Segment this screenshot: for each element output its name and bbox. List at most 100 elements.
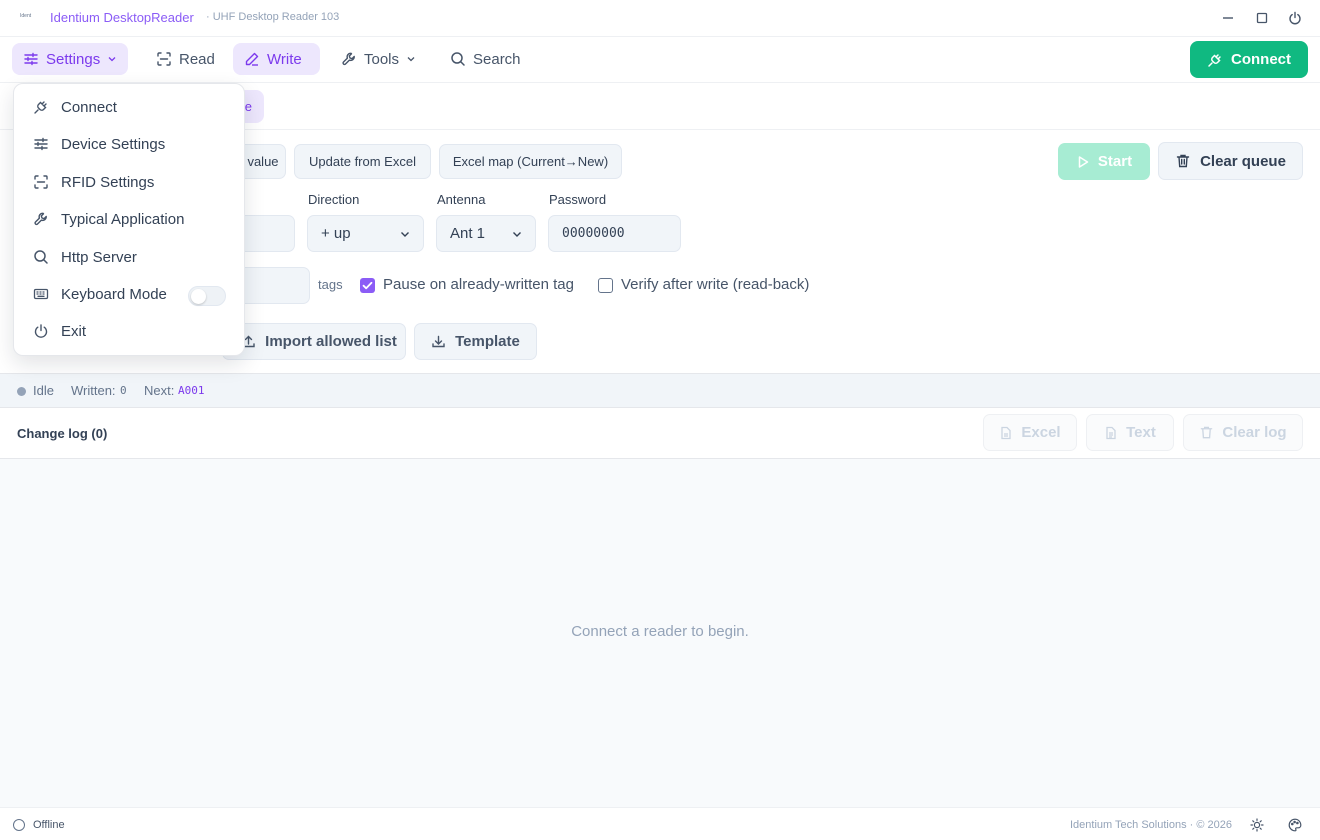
connect-button[interactable]: Connect [1190,41,1308,78]
antenna-value: Ant 1 [450,225,486,242]
direction-value: + up [321,225,351,242]
nav-tools-label: Tools [364,50,400,68]
password-field[interactable]: 00000000 [548,215,681,252]
toggle-knob [191,289,206,304]
excel-map-button[interactable]: Excel map (Current→New) [439,144,622,179]
search-icon [450,51,466,67]
next-value: A001 [178,384,205,397]
menu-item-label: Keyboard Mode [61,285,167,303]
direction-select[interactable]: + up [307,215,424,252]
power-icon[interactable] [1288,11,1302,25]
nav-settings-label: Settings [46,50,101,68]
offline-icon [13,819,25,831]
footer-bar: Offline Identium Tech Solutions · © 2026 [0,807,1320,840]
empty-message: Connect a reader to begin. [571,623,749,640]
app-subtitle: · UHF Desktop Reader 103 [206,11,340,23]
export-text-label: Text [1126,424,1156,441]
sliders-icon [23,51,39,67]
log-body: Connect a reader to begin. [0,459,1320,807]
app-logo: Ident [20,13,32,19]
wrench-icon [341,51,357,67]
chevron-down-icon [511,228,523,240]
antenna-select[interactable]: Ant 1 [436,215,536,252]
menu-item-label: Exit [61,322,87,340]
status-dot [17,387,26,396]
file-text-icon [1104,426,1118,440]
keyboard-mode-toggle[interactable] [188,286,226,306]
chevron-down-icon [399,228,411,240]
copyright: Identium Tech Solutions · © 2026 [1070,819,1232,831]
nav-write-label: Write [267,50,302,68]
menu-item-keyboard-mode[interactable]: Keyboard Mode [14,276,244,312]
clear-queue-button[interactable]: Clear queue [1158,142,1303,180]
menu-item-device-settings[interactable]: Device Settings [14,126,244,162]
update-from-excel-label: Update from Excel [309,154,416,169]
chevron-down-icon [406,54,416,64]
export-excel-button[interactable]: Excel [983,414,1077,451]
wrench-icon [33,211,49,227]
sun-icon[interactable] [1250,818,1264,832]
start-label: Start [1097,153,1133,170]
export-excel-label: Excel [1021,424,1061,441]
nav-search-button[interactable]: Search [439,43,532,75]
update-from-excel-button[interactable]: Update from Excel [294,144,431,179]
menu-item-rfid-settings[interactable]: RFID Settings [14,164,244,200]
title-bar: Ident Identium DesktopReader · UHF Deskt… [0,0,1320,37]
direction-label: Direction [308,192,360,207]
app-name: Identium DesktopReader [50,10,194,25]
maximize-icon[interactable] [1255,11,1269,25]
menu-item-http-server[interactable]: Http Server [14,239,244,275]
clear-log-button[interactable]: Clear log [1183,414,1303,451]
power-icon [33,323,49,339]
menu-item-typical-application[interactable]: Typical Application [14,201,244,237]
status-bar: Idle Written: 0 Next: A001 [0,373,1320,408]
nav-tools-button[interactable]: Tools [330,43,427,75]
clear-queue-label: Clear queue [1200,152,1286,170]
menu-item-label: Device Settings [61,135,166,153]
verify-label: Verify after write (read-back) [621,276,810,293]
connection-state: Offline [33,819,65,831]
verify-checkbox[interactable] [598,278,613,293]
menu-item-label: Http Server [61,248,137,266]
clear-log-label: Clear log [1222,424,1287,441]
nav-read-label: Read [179,50,215,68]
tags-suffix: tags [318,277,343,292]
menu-item-connect[interactable]: Connect [14,89,244,125]
template-label: Template [455,333,520,350]
nav-write-button[interactable]: Write [233,43,320,75]
settings-menu: Connect Device Settings RFID Settings Ty… [13,83,245,356]
antenna-label: Antenna [437,192,486,207]
status-state: Idle [33,383,54,398]
log-title: Change log (0) [17,426,108,441]
import-allowed-label: Import allowed list [265,333,397,350]
start-button[interactable]: Start [1058,143,1150,180]
template-button[interactable]: Template [414,323,537,360]
trash-icon [1199,425,1214,440]
minimize-icon[interactable] [1221,11,1235,25]
plug-icon [1207,52,1223,68]
menu-item-label: Typical Application [61,210,185,228]
password-label: Password [549,192,607,207]
nav-search-label: Search [473,50,521,68]
palette-icon[interactable] [1288,818,1302,832]
nav-settings-button[interactable]: Settings [12,43,129,75]
import-allowed-button[interactable]: Import allowed list [222,323,406,360]
scan-icon [33,174,49,190]
next-label: Next: [144,383,175,398]
connect-label: Connect [1231,51,1291,68]
pencil-icon [244,51,260,67]
export-text-button[interactable]: Text [1086,414,1174,451]
nav-bar: Settings Read Write Tools Search Connect [0,37,1320,83]
menu-item-exit[interactable]: Exit [14,313,244,349]
play-icon [1076,155,1090,169]
excel-map-label: Excel map (Current→New) [452,154,609,169]
value-button-label: value [247,154,279,169]
written-value: 0 [120,384,127,397]
nav-read-button[interactable]: Read [145,43,226,75]
pause-checkbox[interactable] [360,278,375,293]
file-icon [999,426,1013,440]
menu-item-label: Connect [61,98,117,116]
sliders-icon [33,136,49,152]
trash-icon [1175,153,1191,169]
log-header: Change log (0) Excel Text Clear log [0,408,1320,459]
